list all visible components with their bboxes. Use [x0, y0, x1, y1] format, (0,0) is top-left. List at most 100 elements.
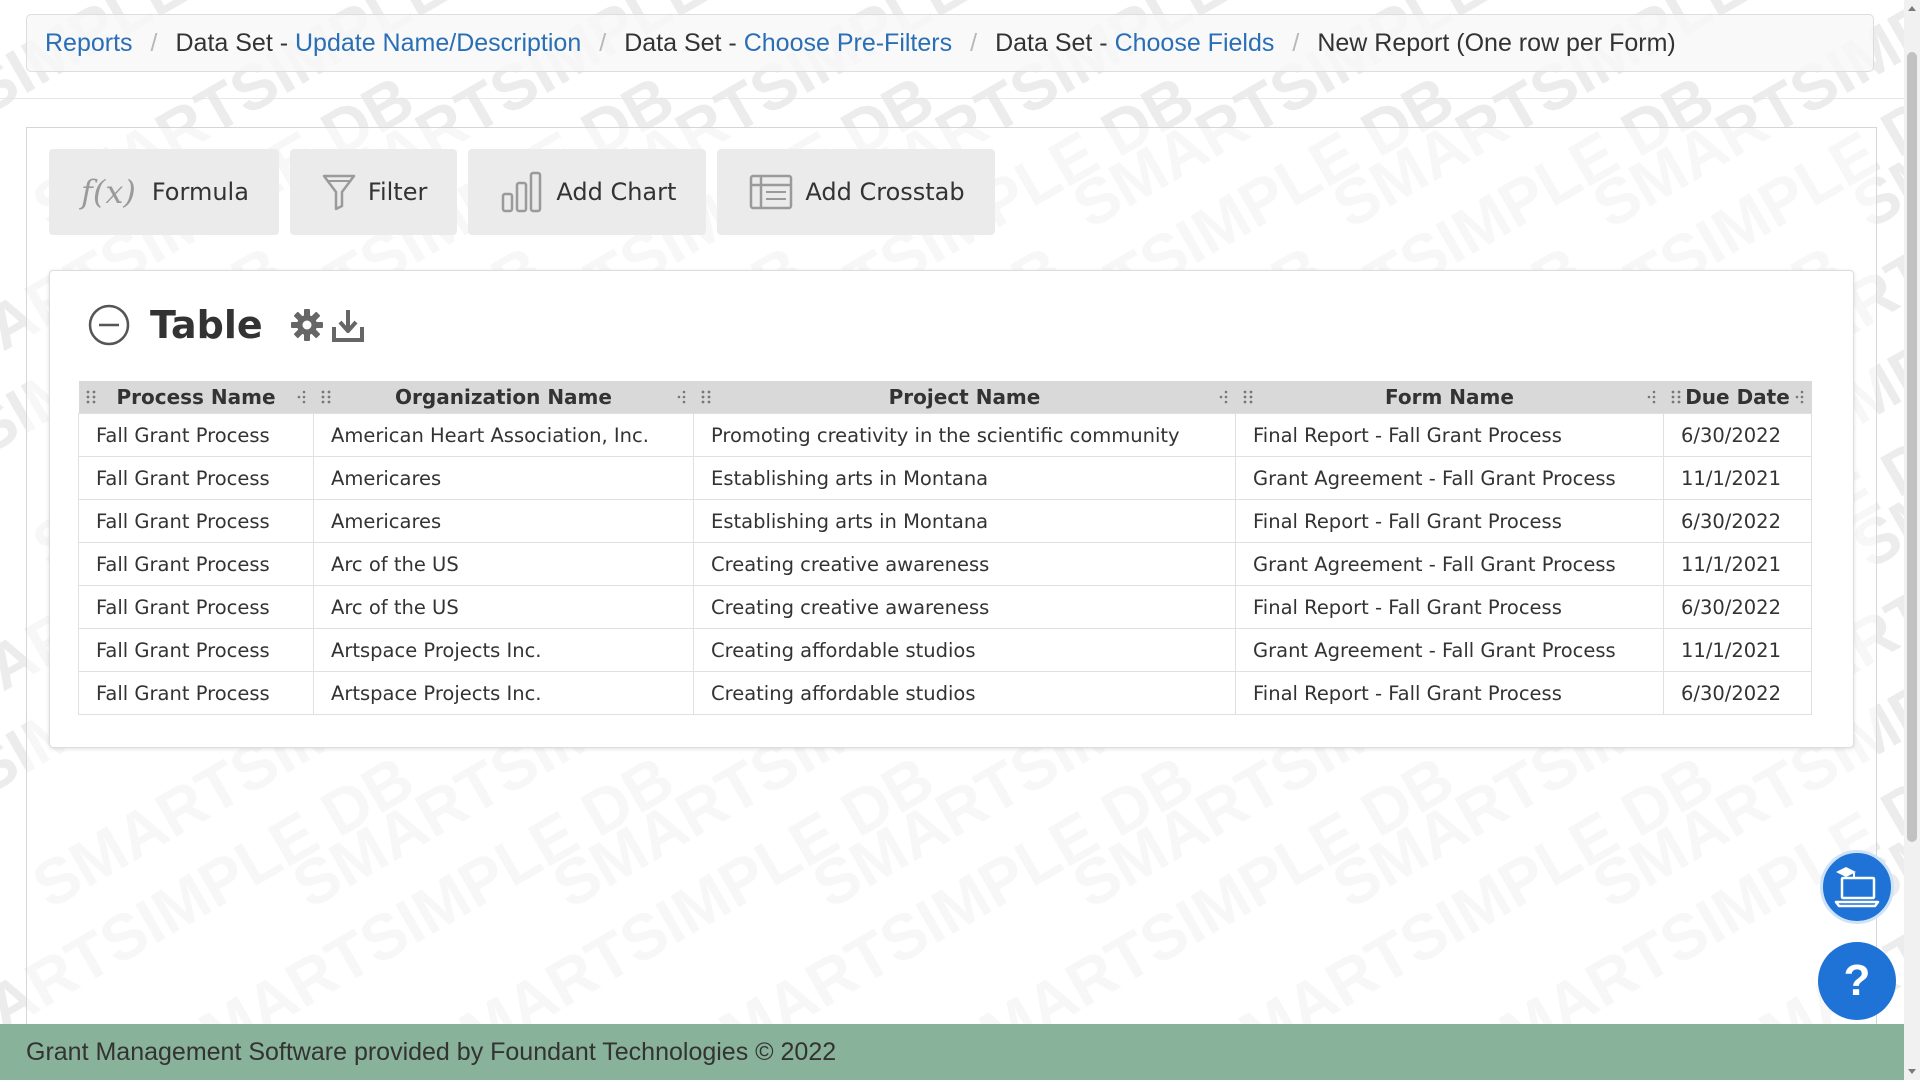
table-cell: Americares	[314, 457, 694, 500]
table-row: Fall Grant ProcessAmericaresEstablishing…	[79, 500, 1812, 543]
column-resize-icon[interactable]	[1218, 389, 1230, 405]
breadcrumb: Reports / Data Set - Update Name/Descrip…	[26, 14, 1874, 72]
table-cell: American Heart Association, Inc.	[314, 414, 694, 457]
breadcrumb-link-choose-fields[interactable]: Choose Fields	[1115, 29, 1275, 57]
table-header-row: Process Name Organization Name Project Nam…	[79, 381, 1812, 414]
filter-icon	[322, 173, 356, 211]
table-row: Fall Grant ProcessAmerican Heart Associa…	[79, 414, 1812, 457]
table-cell: Fall Grant Process	[79, 457, 314, 500]
table-cell: Creating creative awareness	[694, 543, 1236, 586]
breadcrumb-separator: /	[970, 29, 977, 58]
breadcrumb-item-choose-fields: Data Set - Choose Fields	[995, 29, 1274, 58]
breadcrumb-separator: /	[151, 29, 158, 58]
table-row: Fall Grant ProcessArtspace Projects Inc.…	[79, 629, 1812, 672]
report-data-table: Process Name Organization Name Project Nam…	[78, 381, 1812, 715]
table-cell: Fall Grant Process	[79, 543, 314, 586]
table-row: Fall Grant ProcessArtspace Projects Inc.…	[79, 672, 1812, 715]
table-row: Fall Grant ProcessAmericaresEstablishing…	[79, 457, 1812, 500]
help-button[interactable]: ?	[1818, 942, 1896, 1020]
report-toolbar: f(x) Formula Filter Add Chart	[49, 149, 995, 235]
table-cell: Artspace Projects Inc.	[314, 672, 694, 715]
column-header-label: Process Name	[116, 385, 275, 409]
training-button[interactable]	[1820, 850, 1894, 924]
help-question-icon: ?	[1844, 956, 1871, 1006]
drag-handle-icon[interactable]	[700, 389, 712, 405]
breadcrumb-prefix: Data Set -	[624, 29, 744, 57]
table-cell: Fall Grant Process	[79, 629, 314, 672]
table-cell: Fall Grant Process	[79, 586, 314, 629]
table-row: Fall Grant ProcessArc of the USCreating …	[79, 543, 1812, 586]
breadcrumb-link-update-name[interactable]: Update Name/Description	[295, 29, 581, 57]
breadcrumb-prefix: Data Set -	[995, 29, 1115, 57]
report-builder-panel: f(x) Formula Filter Add Chart	[26, 127, 1877, 1027]
footer-text: Grant Management Software provided by Fo…	[26, 1038, 836, 1067]
column-header[interactable]: Organization Name	[314, 381, 694, 414]
scroll-up-arrow-icon[interactable]	[1908, 6, 1916, 11]
table-cell: Americares	[314, 500, 694, 543]
column-resize-icon[interactable]	[296, 389, 308, 405]
add-crosstab-button-label: Add Crosstab	[805, 178, 964, 206]
breadcrumb-link-pre-filters[interactable]: Choose Pre-Filters	[744, 29, 952, 57]
table-cell: Grant Agreement - Fall Grant Process	[1236, 543, 1664, 586]
table-cell: Grant Agreement - Fall Grant Process	[1236, 629, 1664, 672]
breadcrumb-link-reports[interactable]: Reports	[45, 29, 133, 57]
download-icon[interactable]	[331, 307, 365, 343]
table-cell: Fall Grant Process	[79, 414, 314, 457]
footer: Grant Management Software provided by Fo…	[0, 1024, 1905, 1080]
column-header[interactable]: Project Name	[694, 381, 1236, 414]
scroll-down-arrow-icon[interactable]	[1908, 1069, 1916, 1074]
table-card-title: Table	[150, 303, 263, 347]
formula-button[interactable]: f(x) Formula	[49, 149, 279, 235]
bar-chart-icon	[500, 170, 544, 214]
collapse-icon[interactable]	[88, 304, 130, 346]
column-header[interactable]: Process Name	[79, 381, 314, 414]
drag-handle-icon[interactable]	[1670, 389, 1682, 405]
table-cell: Final Report - Fall Grant Process	[1236, 414, 1664, 457]
table-cell: 6/30/2022	[1664, 672, 1812, 715]
breadcrumb-current: New Report (One row per Form)	[1317, 29, 1675, 58]
table-card-header: Table	[88, 303, 371, 347]
laptop-graduation-icon	[1832, 864, 1882, 910]
table-cell: Creating affordable studios	[694, 672, 1236, 715]
column-resize-icon[interactable]	[1794, 389, 1806, 405]
column-header-label: Organization Name	[395, 385, 612, 409]
scrollbar-thumb[interactable]	[1907, 52, 1917, 842]
column-header[interactable]: Form Name	[1236, 381, 1664, 414]
table-cell: Grant Agreement - Fall Grant Process	[1236, 457, 1664, 500]
table-cell: Final Report - Fall Grant Process	[1236, 586, 1664, 629]
column-header-label: Form Name	[1385, 385, 1514, 409]
formula-button-label: Formula	[152, 178, 249, 206]
add-chart-button[interactable]: Add Chart	[468, 149, 706, 235]
table-cell: 11/1/2021	[1664, 629, 1812, 672]
table-cell: Final Report - Fall Grant Process	[1236, 500, 1664, 543]
table-card: Table	[49, 270, 1854, 748]
formula-icon: f(x)	[81, 173, 136, 211]
breadcrumb-item-update-name: Data Set - Update Name/Description	[176, 29, 582, 58]
column-resize-icon[interactable]	[676, 389, 688, 405]
table-cell: 6/30/2022	[1664, 586, 1812, 629]
drag-handle-icon[interactable]	[85, 389, 97, 405]
column-resize-icon[interactable]	[1646, 389, 1658, 405]
table-cell: 6/30/2022	[1664, 414, 1812, 457]
drag-handle-icon[interactable]	[320, 389, 332, 405]
table-cell: Fall Grant Process	[79, 500, 314, 543]
gear-icon[interactable]	[289, 307, 325, 343]
column-header[interactable]: Due Date	[1664, 381, 1812, 414]
table-cell: Arc of the US	[314, 586, 694, 629]
page-scrollbar[interactable]	[1904, 0, 1920, 1080]
breadcrumb-separator: /	[1292, 29, 1299, 58]
breadcrumb-prefix: Data Set -	[176, 29, 296, 57]
table-cell: Artspace Projects Inc.	[314, 629, 694, 672]
filter-button-label: Filter	[368, 178, 427, 206]
table-cell: Creating creative awareness	[694, 586, 1236, 629]
table-cell: 11/1/2021	[1664, 457, 1812, 500]
add-crosstab-button[interactable]: Add Crosstab	[717, 149, 994, 235]
column-header-label: Project Name	[889, 385, 1041, 409]
drag-handle-icon[interactable]	[1242, 389, 1254, 405]
table-cell: Creating affordable studios	[694, 629, 1236, 672]
table-cell: Fall Grant Process	[79, 672, 314, 715]
column-header-label: Due Date	[1685, 385, 1790, 409]
table-cell: Final Report - Fall Grant Process	[1236, 672, 1664, 715]
filter-button[interactable]: Filter	[290, 149, 457, 235]
table-cell: 11/1/2021	[1664, 543, 1812, 586]
